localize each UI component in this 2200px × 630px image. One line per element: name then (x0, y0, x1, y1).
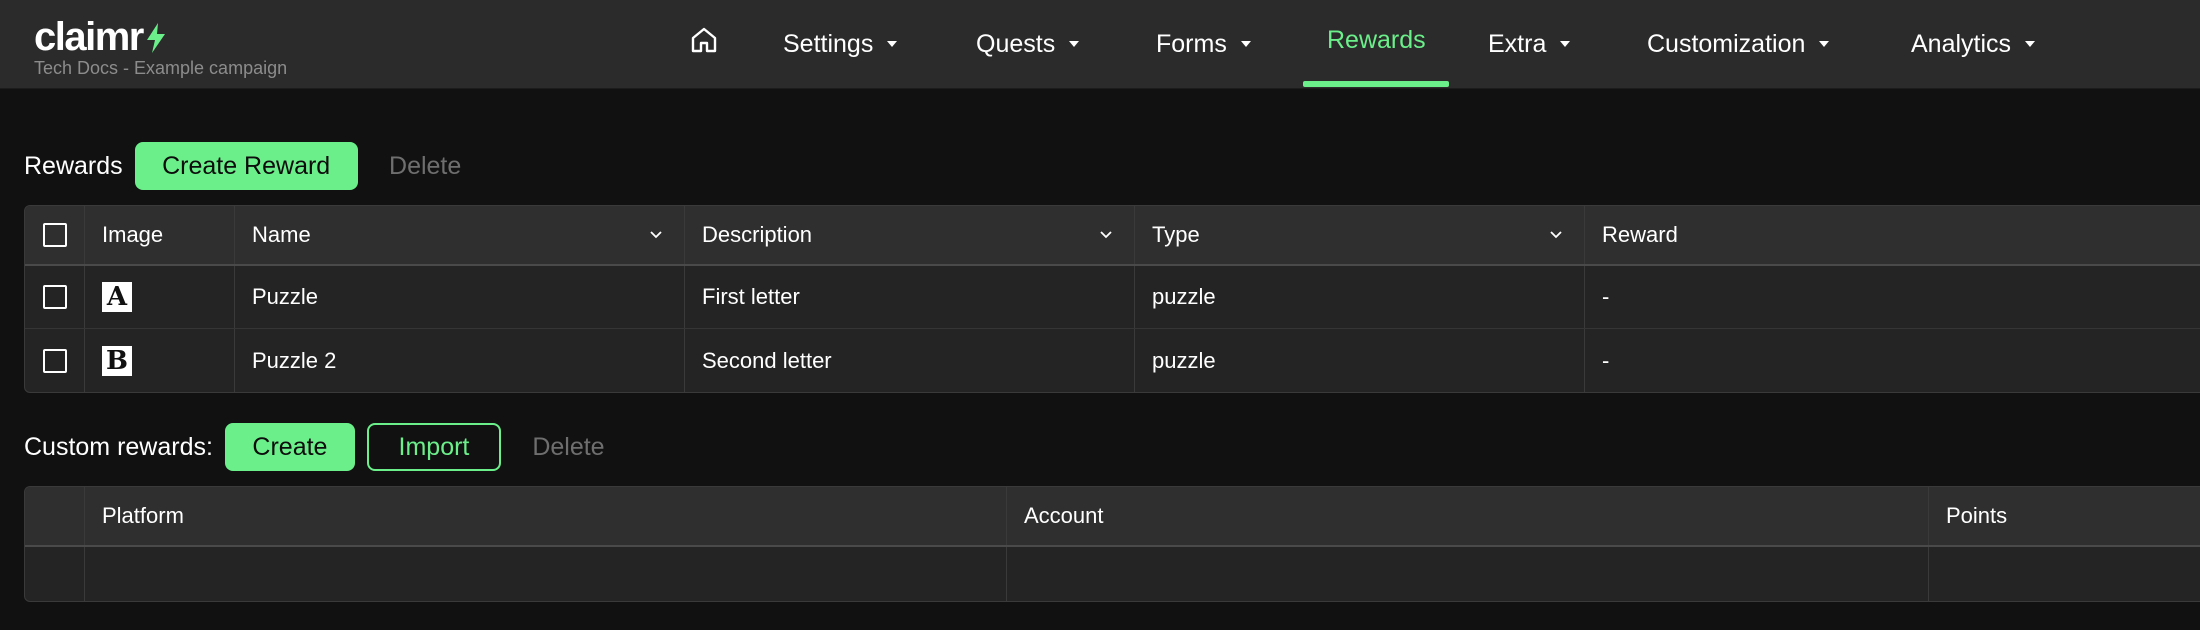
letter-b-icon: B (102, 345, 132, 376)
nav-customization[interactable]: Customization (1647, 0, 1830, 88)
reward-type: puzzle (1135, 266, 1585, 328)
lightning-bolt-icon (146, 23, 165, 53)
logo-text: claimr (34, 15, 144, 59)
table-row[interactable] (25, 547, 2200, 601)
column-header-type-label: Type (1152, 222, 1200, 247)
column-header-points: Points (1946, 503, 2008, 528)
letter-a-icon: A (102, 282, 132, 312)
rewards-table-header: Image Name Description Type Reward (25, 206, 2200, 266)
top-navigation-bar: claimr Tech Docs - Example campaign Sett… (0, 0, 2200, 88)
create-reward-button[interactable]: Create Reward (134, 142, 358, 190)
reward-name: Puzzle 2 (235, 329, 685, 392)
custom-rewards-table-header: Platform Account Points (25, 487, 2200, 547)
rewards-table: Image Name Description Type Reward A Puz… (24, 205, 2200, 393)
nav-quests[interactable]: Quests (976, 0, 1080, 88)
reward-value: - (1602, 347, 1610, 373)
delete-custom-rewards-button[interactable]: Delete (521, 423, 616, 471)
row-select-cell (25, 329, 85, 392)
nav-forms[interactable]: Forms (1156, 0, 1251, 88)
column-header-account: Account (1007, 487, 1929, 545)
caret-down-icon (887, 41, 898, 47)
custom-rewards-toolbar: Custom rewards: Create Import Delete (24, 423, 616, 471)
column-header-description[interactable]: Description (685, 206, 1135, 264)
custom-rewards-table: Platform Account Points (24, 486, 2200, 602)
column-header-description-label: Description (702, 222, 813, 247)
caret-down-icon (1560, 41, 1571, 47)
reward-description: Second letter (685, 329, 1135, 392)
campaign-name: Tech Docs - Example campaign (34, 58, 288, 78)
nav-extra[interactable]: Extra (1488, 0, 1571, 88)
create-custom-reward-button[interactable]: Create (224, 423, 355, 471)
select-all-cell (25, 206, 85, 264)
caret-down-icon (1069, 41, 1080, 47)
column-header-platform: Platform (85, 487, 1007, 545)
column-header-name[interactable]: Name (235, 206, 685, 264)
nav-analytics[interactable]: Analytics (1911, 0, 2036, 88)
chevron-down-icon[interactable] (1100, 231, 1112, 239)
home-icon[interactable] (688, 24, 720, 56)
reward-value: - (1602, 284, 1610, 309)
chevron-down-icon[interactable] (650, 231, 662, 239)
custom-rewards-section-label: Custom rewards: (24, 432, 213, 461)
column-header-reward: Reward (1602, 222, 1678, 247)
reward-image-cell: A (85, 266, 235, 328)
reward-name: Puzzle (235, 266, 685, 328)
column-header-image: Image (85, 206, 235, 264)
nav-settings-label: Settings (783, 29, 874, 58)
brand[interactable]: claimr Tech Docs - Example campaign (34, 14, 287, 79)
table-row[interactable]: A Puzzle First letter puzzle - (25, 266, 2200, 329)
active-tab-indicator (1303, 81, 1449, 87)
reward-image-cell: B (85, 329, 235, 392)
nav-analytics-label: Analytics (1911, 29, 2012, 58)
nav-extra-label: Extra (1488, 29, 1547, 58)
nav-settings[interactable]: Settings (783, 0, 898, 88)
custom-reward-platform (85, 547, 1007, 601)
select-all-checkbox[interactable] (42, 223, 67, 247)
caret-down-icon (1240, 41, 1251, 47)
reward-type: puzzle (1135, 329, 1585, 392)
table-row[interactable]: B Puzzle 2 Second letter puzzle - (25, 329, 2200, 392)
custom-reward-account (1007, 547, 1929, 601)
rewards-section-label: Rewards (24, 151, 123, 180)
row-select-cell (25, 266, 85, 328)
chevron-down-icon[interactable] (1550, 231, 1562, 239)
nav-rewards[interactable]: Rewards (1327, 0, 1426, 84)
caret-down-icon (1819, 41, 1830, 47)
caret-down-icon (2025, 41, 2036, 47)
row-spacer-cell (25, 547, 85, 601)
nav-customization-label: Customization (1647, 29, 1806, 58)
row-checkbox[interactable] (42, 285, 67, 309)
nav-quests-label: Quests (976, 29, 1056, 58)
import-custom-rewards-button[interactable]: Import (366, 423, 501, 471)
column-header-type[interactable]: Type (1135, 206, 1585, 264)
delete-rewards-button[interactable]: Delete (378, 142, 473, 190)
header-spacer-cell (25, 487, 85, 545)
rewards-toolbar: Rewards Create Reward Delete (24, 142, 473, 190)
row-checkbox[interactable] (42, 348, 67, 373)
nav-rewards-label: Rewards (1327, 25, 1426, 54)
custom-reward-points (1929, 547, 2200, 601)
nav-forms-label: Forms (1156, 29, 1227, 58)
column-header-name-label: Name (252, 222, 311, 247)
reward-description: First letter (685, 266, 1135, 328)
